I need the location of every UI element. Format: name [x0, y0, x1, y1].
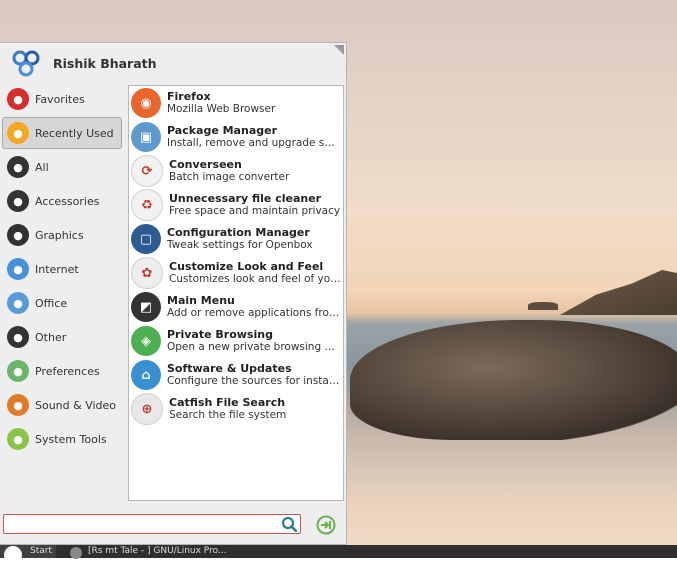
category-label: Recently Used [35, 126, 114, 140]
graphics-icon: ● [7, 224, 29, 246]
app-description: Open a new private browsing win... [167, 341, 341, 353]
app-list: ◉ Firefox Mozilla Web Browser ▣ Package Mana… [128, 85, 344, 501]
category-preferences[interactable]: ● Preferences [2, 355, 122, 387]
config-manager-icon: ▢ [131, 224, 161, 254]
category-other[interactable]: ● Other [2, 321, 122, 353]
search-input[interactable] [8, 516, 282, 534]
wallpaper-rock [350, 320, 677, 440]
all-apps-icon: ● [7, 156, 29, 178]
app-description: Customizes look and feel of your ... [169, 273, 343, 285]
app-description: Search the file system [169, 409, 287, 421]
speaker-icon: ● [7, 394, 29, 416]
app-description: Batch image converter [169, 171, 290, 183]
category-system-tools[interactable]: ● System Tools [2, 423, 122, 455]
app-item[interactable]: ◈ Private Browsing Open a new private brow… [129, 324, 343, 358]
category-graphics[interactable]: ● Graphics [2, 219, 122, 251]
office-icon: ● [7, 292, 29, 314]
app-item[interactable]: ▢ Configuration Manager Tweak settings for… [129, 222, 343, 256]
category-label: Graphics [35, 228, 84, 242]
app-name: Software & Updates [167, 362, 292, 375]
user-name: Rishik Bharath [53, 55, 157, 71]
search-icon[interactable] [281, 516, 297, 532]
app-item[interactable]: ♻ Unnecessary file cleaner Free space and … [129, 188, 343, 222]
bookmark-icon: ● [7, 88, 29, 110]
private-browsing-icon: ◈ [131, 326, 161, 356]
start-label: Start [30, 546, 52, 556]
software-updates-icon: ⌂ [131, 360, 161, 390]
app-description: Add or remove applications from... [167, 307, 341, 319]
category-label: Internet [35, 262, 79, 276]
search-box[interactable] [3, 514, 301, 534]
category-list: ● Favorites ● Recently Used ● All ● Accessories… [2, 83, 122, 457]
app-description: Mozilla Web Browser [167, 103, 276, 115]
app-description: Install, remove and upgrade soft... [167, 137, 341, 149]
category-label: Preferences [35, 364, 100, 378]
converseen-icon: ⟳ [131, 155, 163, 187]
palette-icon: ✿ [131, 257, 163, 289]
category-all[interactable]: ● All [2, 151, 122, 183]
user-header: Rishik Bharath [10, 47, 157, 79]
app-name: Package Manager [167, 124, 277, 137]
firefox-icon: ◉ [131, 88, 161, 118]
category-office[interactable]: ● Office [2, 287, 122, 319]
app-name: Catfish File Search [169, 396, 286, 409]
other-icon: ● [7, 326, 29, 348]
app-name: Customize Look and Feel [169, 260, 324, 273]
app-item[interactable]: ✿ Customize Look and Feel Customizes look … [129, 256, 343, 290]
taskbar-window-item[interactable]: [Rs mt Tale - ] GNU/Linux Pro... [66, 545, 227, 559]
app-item[interactable]: ⟳ Converseen Batch image converter [129, 154, 343, 188]
cleaner-icon: ♻ [131, 189, 163, 221]
accessories-icon: ● [7, 190, 29, 212]
category-internet[interactable]: ● Internet [2, 253, 122, 285]
app-description: Free space and maintain privacy [169, 205, 341, 217]
category-accessories[interactable]: ● Accessories [2, 185, 122, 217]
application-menu: Rishik Bharath ● Favorites ● Recently Used ●… [0, 42, 347, 545]
catfish-search-icon: ⊕ [131, 393, 163, 425]
package-icon: ▣ [131, 122, 161, 152]
app-name: Unnecessary file cleaner [169, 192, 322, 205]
wallpaper-islet [528, 302, 558, 310]
cloud-icon: ● [7, 258, 29, 280]
mxlinux-logo-icon [12, 50, 40, 77]
app-item[interactable]: ◩ Main Menu Add or remove applications fro… [129, 290, 343, 324]
app-item[interactable]: ◉ Firefox Mozilla Web Browser [129, 86, 343, 120]
category-label: Other [35, 330, 67, 344]
category-sound-video[interactable]: ● Sound & Video [2, 389, 122, 421]
start-logo-icon [4, 546, 22, 564]
app-name: Main Menu [167, 294, 235, 307]
category-label: Favorites [35, 92, 85, 106]
main-menu-icon: ◩ [131, 292, 161, 322]
toggle-icon: ● [7, 360, 29, 382]
category-label: Sound & Video [35, 398, 117, 412]
app-description: Tweak settings for Openbox [167, 239, 313, 251]
app-name: Firefox [167, 90, 211, 103]
app-name: Private Browsing [167, 328, 273, 341]
window-app-icon [70, 547, 82, 559]
taskbar: Start [Rs mt Tale - ] GNU/Linux Pro... [0, 545, 677, 564]
category-label: Accessories [35, 194, 100, 208]
app-item[interactable]: ▣ Package Manager Install, remove and upgr… [129, 120, 343, 154]
app-item[interactable]: ⌂ Software & Updates Configure the sources… [129, 358, 343, 392]
info-icon: ● [7, 428, 29, 450]
category-favorites[interactable]: ● Favorites [2, 83, 122, 115]
recent-icon: ● [7, 122, 29, 144]
app-name: Converseen [169, 158, 242, 171]
category-label: System Tools [35, 432, 107, 446]
start-button[interactable]: Start [0, 545, 56, 564]
logout-icon[interactable] [316, 515, 336, 535]
category-label: All [35, 160, 49, 174]
wallpaper-cliff [560, 270, 677, 315]
menu-resize-corner[interactable] [334, 45, 344, 55]
app-item[interactable]: ⊕ Catfish File Search Search the file syst… [129, 392, 343, 426]
app-description: Configure the sources for installa... [167, 375, 341, 387]
category-recently-used[interactable]: ● Recently Used [2, 117, 122, 149]
taskbar-window-label: [Rs mt Tale - ] GNU/Linux Pro... [88, 546, 227, 556]
app-name: Configuration Manager [167, 226, 310, 239]
category-label: Office [35, 296, 68, 310]
